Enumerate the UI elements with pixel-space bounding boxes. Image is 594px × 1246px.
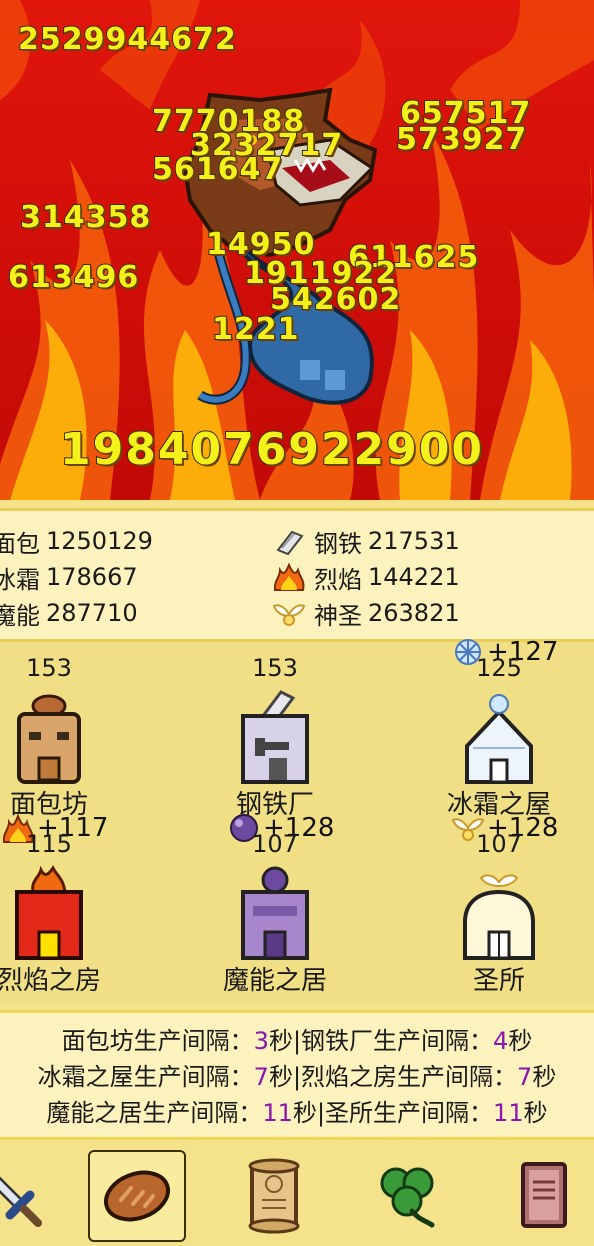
resource-panel: 面包 1250129 钢铁 217531 冰霜 178667 烈焰 144221… — [0, 508, 594, 642]
resource-frost: 冰霜 178667 — [0, 559, 138, 595]
building-steel-mill[interactable]: 153 钢铁厂 — [180, 642, 370, 820]
resource-name: 冰霜 — [0, 565, 40, 594]
building-count: 153 — [252, 654, 298, 682]
interval-unit: 秒 — [508, 1027, 533, 1055]
tab-battle[interactable] — [0, 1150, 60, 1242]
building-count: 107 — [252, 830, 298, 858]
interval-unit: 秒 — [268, 1063, 293, 1091]
resource-value: 287710 — [46, 599, 138, 627]
interval-label: 面包坊生产间隔： — [61, 1027, 254, 1055]
resource-holy: 神圣 263821 — [272, 595, 460, 631]
scroll-icon — [248, 1158, 300, 1234]
resource-name: 魔能 — [0, 601, 40, 630]
flame-house-icon — [15, 865, 83, 960]
damage-number: 573927 — [395, 121, 528, 158]
sword-icon — [0, 1176, 42, 1227]
building-sanctuary[interactable]: +128 107 圣所 — [404, 813, 594, 996]
interval-label: |钢铁厂生产间隔： — [292, 1027, 494, 1055]
interval-value: 7 — [253, 1063, 269, 1091]
interval-unit: 秒 — [532, 1063, 557, 1091]
interval-value: 11 — [262, 1099, 293, 1127]
tab-bread[interactable] — [88, 1150, 186, 1242]
resource-value: 144221 — [368, 563, 460, 591]
interval-value: 11 — [493, 1099, 524, 1127]
resource-value: 178667 — [46, 563, 138, 591]
building-name: 魔能之居 — [222, 966, 327, 996]
resource-name: 面包 — [0, 529, 40, 558]
tab-clover[interactable] — [358, 1150, 456, 1242]
resource-value: 263821 — [368, 599, 460, 627]
interval-value: 4 — [493, 1027, 509, 1055]
building-name: 圣所 — [472, 966, 525, 996]
resource-steel: 钢铁 217531 — [272, 523, 460, 559]
resource-magic: 魔能 287710 — [0, 595, 138, 631]
resource-bread: 面包 1250129 — [0, 523, 153, 559]
interval-value: 7 — [517, 1063, 533, 1091]
battle-area[interactable]: 2529944672 7770188 3232717 561647 657517… — [0, 0, 594, 500]
building-count: 125 — [476, 654, 522, 682]
holy-icon — [272, 604, 306, 626]
building-count: 115 — [26, 830, 72, 858]
building-frost-house[interactable]: +127 125 冰霜之屋 — [404, 637, 594, 820]
bottom-nav — [0, 1140, 594, 1246]
interval-label: 魔能之居生产间隔： — [46, 1099, 263, 1127]
interval-unit: 秒 — [292, 1099, 317, 1127]
interval-unit: 秒 — [523, 1099, 548, 1127]
building-count: 153 — [26, 654, 72, 682]
big-damage-number: 1984076922900 — [59, 423, 484, 476]
sanctuary-icon — [463, 874, 535, 960]
damage-number: 314358 — [19, 199, 152, 236]
building-magic-abode[interactable]: +128 107 魔能之居 — [180, 813, 370, 996]
interval-value: 3 — [253, 1027, 269, 1055]
resource-value: 217531 — [368, 527, 460, 555]
interval-line: 魔能之居生产间隔：11秒|圣所生产间隔：11秒 — [0, 1093, 594, 1128]
bakery-icon — [17, 694, 81, 784]
bread-icon — [104, 1170, 170, 1222]
interval-label: 冰霜之屋生产间隔： — [37, 1063, 254, 1091]
resource-flame: 烈焰 144221 — [272, 559, 460, 595]
building-count: 107 — [476, 830, 522, 858]
building-grid: 153 面包坊 153 钢铁厂 +127 125 冰霜之屋 +117 115 烈… — [0, 637, 594, 1002]
building-flame-house[interactable]: +117 115 烈焰之房 — [0, 813, 144, 996]
book-icon — [521, 1162, 567, 1228]
damage-number: 1221 — [211, 311, 300, 348]
production-intervals: 面包坊生产间隔：3秒|钢铁厂生产间隔：4秒 冰霜之屋生产间隔：7秒|烈焰之房生产… — [0, 1010, 594, 1140]
resource-name: 神圣 — [314, 601, 362, 630]
interval-line: 面包坊生产间隔：3秒|钢铁厂生产间隔：4秒 — [0, 1021, 594, 1056]
total-damage: 2529944672 — [17, 21, 237, 58]
interval-unit: 秒 — [268, 1027, 293, 1055]
magic-abode-icon — [241, 866, 309, 960]
tab-scroll[interactable] — [225, 1150, 323, 1242]
steel-icon — [276, 530, 304, 556]
resource-value: 1250129 — [46, 527, 153, 555]
resource-name: 烈焰 — [314, 565, 362, 594]
building-name: 烈焰之房 — [0, 966, 101, 996]
flame-icon — [273, 562, 305, 591]
frost-house-icon — [465, 694, 533, 784]
building-bakery[interactable]: 153 面包坊 — [0, 642, 144, 820]
interval-label: |烈焰之房生产间隔： — [292, 1063, 518, 1091]
damage-number: 561647 — [151, 151, 284, 188]
steel-mill-icon — [241, 690, 309, 784]
tab-book[interactable] — [495, 1150, 593, 1242]
interval-line: 冰霜之屋生产间隔：7秒|烈焰之房生产间隔：7秒 — [0, 1057, 594, 1092]
clover-icon — [380, 1167, 435, 1228]
interval-label: |圣所生产间隔： — [316, 1099, 494, 1127]
resource-name: 钢铁 — [314, 529, 362, 558]
damage-number: 613496 — [7, 259, 140, 296]
